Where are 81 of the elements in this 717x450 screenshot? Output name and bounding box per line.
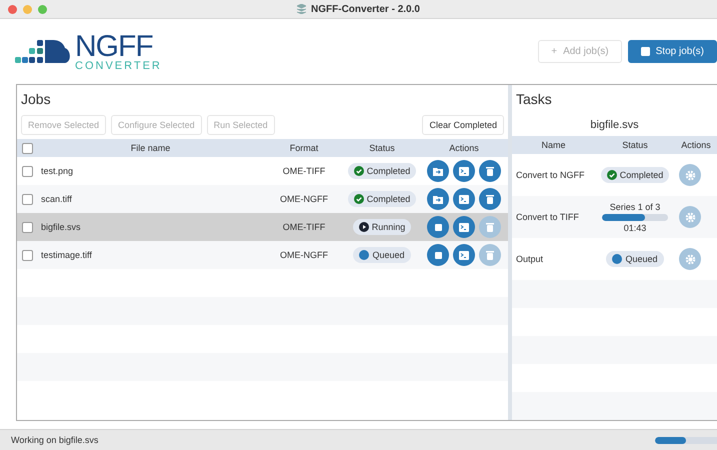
folder-icon	[433, 194, 443, 204]
terminal-icon	[459, 166, 469, 176]
trash-icon	[486, 250, 494, 260]
check-icon	[354, 166, 364, 176]
column-header: File name	[130, 143, 172, 153]
check-icon	[354, 194, 364, 204]
table-cell-text: bigfile.svs	[40, 222, 82, 232]
stop-icon	[434, 224, 442, 230]
gear-icon	[684, 212, 696, 222]
column-header: Name	[540, 140, 566, 150]
gear-icon	[684, 254, 696, 264]
column-header: Status	[368, 143, 396, 153]
terminal-button[interactable]	[453, 160, 475, 182]
terminal-icon	[459, 250, 469, 260]
row-checkbox[interactable]	[22, 166, 32, 176]
table-cell-text: scan.tiff	[40, 194, 73, 204]
trash-icon	[486, 194, 494, 204]
dot-icon	[359, 250, 370, 260]
check-icon	[606, 170, 617, 180]
terminal-icon	[459, 222, 469, 232]
terminal-icon	[459, 194, 469, 204]
table-cell-text: OME-TIFF	[282, 222, 326, 232]
table-cell-text: OME-TIFF	[282, 166, 326, 176]
table-cell-text: testimage.tiff	[40, 250, 93, 260]
job-row[interactable]: scan.tiff OME-NGFF Completed	[17, 185, 508, 213]
logo-title: NGFF	[75, 32, 153, 62]
terminal-button[interactable]	[453, 216, 475, 238]
status-progress-bar	[655, 436, 717, 444]
table-cell-text: Convert to NGFF	[515, 170, 586, 180]
delete-button[interactable]	[479, 160, 501, 182]
table-cell-text: OME-NGFF	[279, 194, 329, 204]
gear-icon	[684, 170, 696, 180]
folder-button[interactable]	[427, 188, 449, 210]
table-cell-text: test.png	[40, 166, 74, 176]
stop-jobs-button[interactable]: Stop job(s)	[628, 40, 717, 63]
status-badge: Queued	[606, 251, 664, 267]
minimize-button[interactable]	[23, 5, 32, 14]
table-cell-text: Convert to TIFF	[515, 212, 580, 222]
progress-label: Series 1 of 3	[610, 202, 660, 212]
panel-title: Tasks	[515, 90, 553, 109]
folder-icon	[433, 166, 443, 176]
folder-button[interactable]	[427, 160, 449, 182]
job-row[interactable]: testimage.tiff OME-NGFF Queued	[17, 241, 508, 269]
stop-button[interactable]	[427, 244, 449, 266]
status-text: Working on bigfile.svs	[11, 435, 98, 445]
square-icon	[640, 47, 650, 56]
status-badge: Completed	[600, 167, 670, 183]
status-badge: Running	[352, 219, 412, 235]
job-row[interactable]: bigfile.svs OME-TIFF Running	[17, 213, 508, 241]
stop-icon	[434, 252, 442, 258]
select-all-checkbox[interactable]	[22, 142, 32, 154]
row-checkbox[interactable]	[22, 194, 32, 204]
table-cell-text: OME-NGFF	[279, 250, 329, 260]
column-header: Actions	[680, 140, 712, 150]
column-header: Actions	[448, 143, 480, 153]
trash-icon	[486, 222, 494, 232]
column-header: Format	[288, 143, 320, 153]
delete-button[interactable]	[479, 188, 501, 210]
terminal-button[interactable]	[453, 188, 475, 210]
column-header: Status	[621, 140, 649, 150]
status-badge: Queued	[353, 247, 411, 263]
play-icon	[358, 222, 369, 232]
table-cell-text: Output	[515, 254, 544, 264]
zoom-button[interactable]	[38, 5, 47, 14]
dot-icon	[612, 254, 622, 264]
layers-icon	[297, 4, 306, 14]
row-checkbox[interactable]	[22, 222, 32, 232]
trash-icon	[486, 166, 494, 176]
row-checkbox[interactable]	[22, 250, 32, 260]
window-title: NGFF-Converter - 2.0.0	[311, 4, 420, 14]
logo-subtitle: CONVERTER	[75, 60, 162, 72]
task-file-name: bigfile.svs	[589, 118, 640, 133]
clear-completed-button[interactable]: Clear Completed	[422, 115, 504, 135]
terminal-button[interactable]	[453, 244, 475, 266]
close-button[interactable]	[8, 5, 17, 14]
status-badge: Completed	[348, 191, 416, 207]
progress-bar	[602, 214, 668, 220]
elapsed-time: 01:43	[624, 222, 646, 232]
status-badge: Completed	[348, 163, 416, 179]
stop-button[interactable]	[427, 216, 449, 238]
panel-title: Jobs	[20, 90, 52, 109]
